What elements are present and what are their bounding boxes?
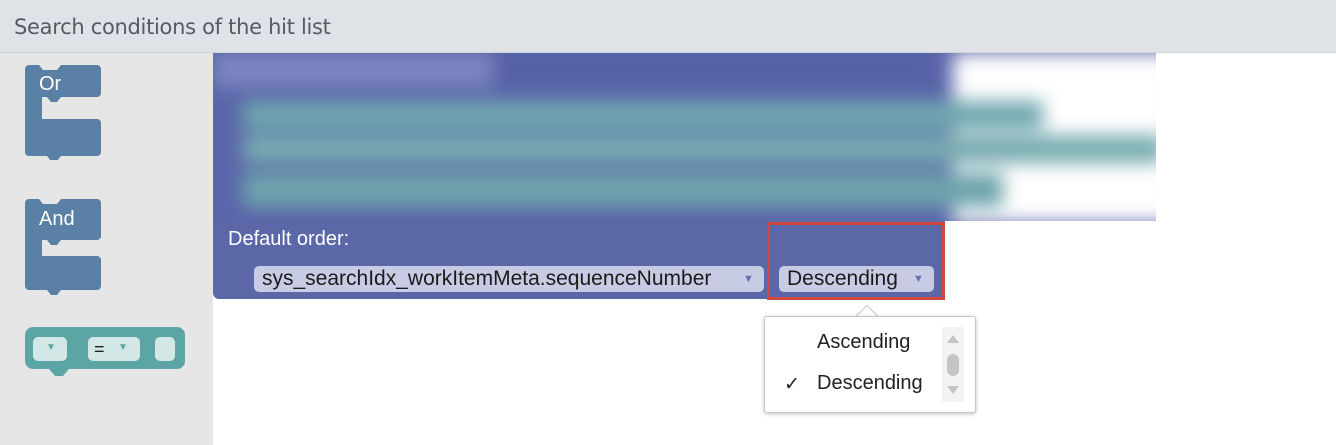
compare-operator-label: = <box>94 339 105 359</box>
scrollbar-shape <box>947 335 959 394</box>
or-block-label: Or <box>39 73 62 95</box>
redacted-content <box>213 53 1156 221</box>
and-block-label: And <box>39 208 75 230</box>
order-field-value: sys_searchIdx_workItemMeta.sequenceNumbe… <box>262 267 712 290</box>
direction-highlight-box <box>767 222 945 300</box>
redacted-block <box>213 53 1156 221</box>
menu-option-descending[interactable]: Descending <box>817 372 923 395</box>
order-field-chevron-down-icon: ▼ <box>743 273 754 285</box>
compare-block[interactable]: ▼ = ▼ <box>25 327 185 377</box>
menu-scrollbar[interactable] <box>942 327 964 402</box>
or-block-shape <box>25 65 101 161</box>
order-field-dropdown[interactable]: sys_searchIdx_workItemMeta.sequenceNumbe… <box>254 266 764 292</box>
direction-dropdown-menu: Ascending ✓ Descending <box>764 316 976 413</box>
panel-header: Search conditions of the hit list <box>0 0 1336 53</box>
compare-operator-arrow-icon[interactable]: ▼ <box>118 342 128 353</box>
panel-title: Search conditions of the hit list <box>14 15 331 39</box>
and-block[interactable]: And <box>25 199 103 299</box>
or-block[interactable]: Or <box>25 65 103 161</box>
default-order-label: Default order: <box>228 228 350 250</box>
check-icon: ✓ <box>784 374 800 395</box>
toolbox-flyout: Or And ▼ = ▼ <box>0 53 213 445</box>
menu-option-ascending[interactable]: Ascending <box>817 331 910 354</box>
compare-left-dropdown-arrow-icon[interactable]: ▼ <box>46 342 56 353</box>
